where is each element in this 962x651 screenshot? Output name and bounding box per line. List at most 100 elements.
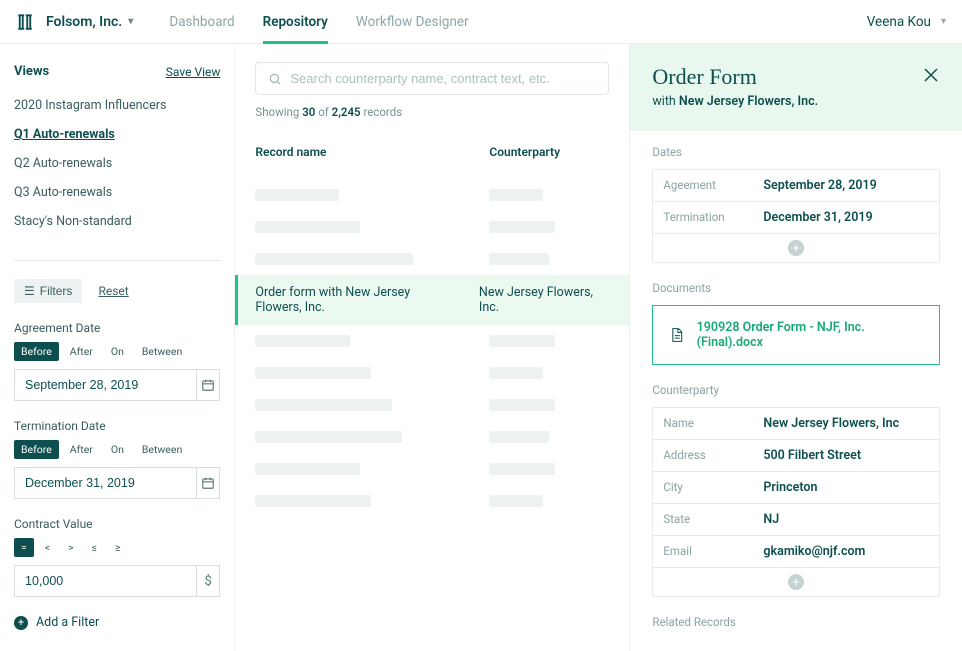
meta-row[interactable]: Emailgkamiko@njf.com [653,536,939,568]
table-row[interactable] [255,389,609,421]
meta-val: 500 Filbert Street [753,440,939,471]
meta-val: NJ [753,504,939,535]
main-content: Showing 30 of 2,245 records Record name … [235,44,629,651]
sidebar: Views Save View 2020 Instagram Influence… [0,44,235,651]
calendar-icon[interactable] [196,468,219,498]
meta-row[interactable]: CityPrinceton [653,472,939,504]
pill-before[interactable]: Before [14,440,59,459]
meta-row[interactable]: Termination December 31, 2019 [653,202,939,234]
section-counterparty-label: Counterparty [652,383,940,397]
agreement-date-input[interactable] [15,370,196,400]
table-row[interactable] [255,453,609,485]
dates-table: Ageement September 28, 2019 Termination … [652,169,940,263]
section-related-label: Related Records [652,615,940,629]
pill-before[interactable]: Before [14,342,59,361]
table-row[interactable] [255,485,609,517]
record-name-cell: Order form with New Jersey Flowers, Inc. [255,285,455,315]
pill-on[interactable]: On [104,440,131,459]
filters-button[interactable]: ☰ Filters [14,279,82,303]
table-row[interactable] [255,325,609,357]
meta-val: December 31, 2019 [753,202,939,233]
filter-contract-value: Contract Value = < > ≤ ≥ $ [14,517,220,597]
table-row[interactable] [255,421,609,453]
chevron-down-icon: ▾ [128,16,133,27]
pill-on[interactable]: On [104,342,131,361]
related-record-item[interactable]: NDA with New Jersey Flowers, Inc. [630,643,962,651]
pill-between[interactable]: Between [135,342,189,361]
logo-icon [16,13,34,31]
meta-val: gkamiko@njf.com [753,536,939,567]
meta-key: State [653,504,753,535]
meta-key: Name [653,408,753,439]
add-date-button[interactable]: + [788,240,804,256]
view-item[interactable]: 2020 Instagram Influencers [14,91,220,120]
panel-title: Order Form [652,64,940,90]
meta-val: September 28, 2019 [753,170,939,201]
counterparty-table: NameNew Jersey Flowers, Inc Address500 F… [652,407,940,597]
pill-lt[interactable]: < [38,538,57,557]
meta-row[interactable]: NameNew Jersey Flowers, Inc [653,408,939,440]
search-input[interactable] [290,71,596,86]
table-row[interactable] [255,179,609,211]
table-row[interactable] [255,211,609,243]
user-menu[interactable]: Veena Kou ▾ [867,14,946,30]
col-counterparty[interactable]: Counterparty [489,145,609,159]
meta-key: Email [653,536,753,567]
nav-repository[interactable]: Repository [263,0,328,43]
nav-workflow[interactable]: Workflow Designer [356,0,469,43]
results-count: Showing 30 of 2,245 records [255,105,609,119]
meta-key: Termination [653,202,753,233]
filters-label: Filters [40,284,73,298]
user-name: Veena Kou [867,14,931,30]
pill-after[interactable]: After [63,440,100,459]
pill-eq[interactable]: = [14,538,34,557]
close-icon[interactable] [922,66,940,88]
meta-val: New Jersey Flowers, Inc [753,408,939,439]
section-documents-label: Documents [652,281,940,295]
pill-gt[interactable]: > [61,538,81,557]
meta-key: Address [653,440,753,471]
save-view-link[interactable]: Save View [166,65,221,79]
nav-dashboard[interactable]: Dashboard [169,0,234,43]
pill-between[interactable]: Between [135,440,189,459]
view-item[interactable]: Stacy's Non-standard [14,207,220,236]
contract-value-input[interactable] [15,566,196,596]
document-icon [669,326,684,344]
meta-key: Ageement [653,170,753,201]
topbar: Folsom, Inc. ▾ Dashboard Repository Work… [0,0,962,44]
meta-row[interactable]: StateNJ [653,504,939,536]
filter-label: Termination Date [14,419,220,433]
meta-row[interactable]: Address500 Filbert Street [653,440,939,472]
counterparty-cell: New Jersey Flowers, Inc. [479,285,609,315]
panel-subtitle: with New Jersey Flowers, Inc. [652,94,940,109]
search-box[interactable] [255,62,609,95]
view-item[interactable]: Q1 Auto-renewals [14,120,220,149]
currency-suffix: $ [196,566,219,596]
reset-link[interactable]: Reset [98,284,128,298]
add-filter-button[interactable]: + Add a Filter [14,615,220,630]
filter-termination-date: Termination Date Before After On Between [14,419,220,499]
add-counterparty-field-button[interactable]: + [788,574,804,590]
table-row[interactable] [255,243,609,275]
pill-gte[interactable]: ≥ [108,538,128,557]
section-dates-label: Dates [652,145,940,159]
calendar-icon[interactable] [196,370,219,400]
meta-row[interactable]: Ageement September 28, 2019 [653,170,939,202]
pill-after[interactable]: After [63,342,100,361]
plus-icon: + [14,616,28,630]
termination-date-input[interactable] [15,468,196,498]
meta-val: Princeton [753,472,939,503]
table-row[interactable] [255,357,609,389]
org-switcher[interactable]: Folsom, Inc. ▾ [46,14,133,30]
chevron-down-icon: ▾ [941,16,946,27]
panel-header: Order Form with New Jersey Flowers, Inc. [630,44,962,131]
filter-label: Contract Value [14,517,220,531]
table-row-active[interactable]: Order form with New Jersey Flowers, Inc.… [235,275,629,325]
meta-key: City [653,472,753,503]
pill-lte[interactable]: ≤ [85,538,104,557]
col-record-name[interactable]: Record name [255,145,465,159]
view-item[interactable]: Q2 Auto-renewals [14,149,220,178]
detail-panel: Order Form with New Jersey Flowers, Inc.… [629,44,962,651]
document-item[interactable]: 190928 Order Form - NJF, Inc. (Final).do… [652,305,940,365]
view-item[interactable]: Q3 Auto-renewals [14,178,220,207]
